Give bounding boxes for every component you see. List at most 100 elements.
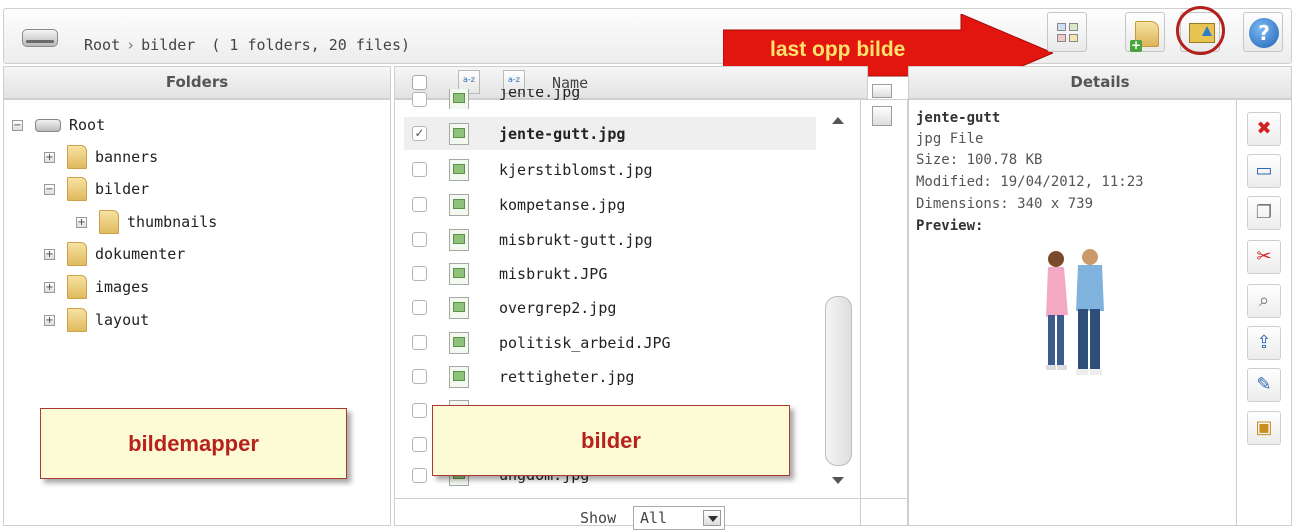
file-name: misbrukt.JPG (499, 264, 608, 283)
breadcrumb-root[interactable]: Root (84, 36, 120, 54)
thumbnail-view-icon[interactable] (872, 84, 892, 98)
show-label: Show (580, 509, 617, 527)
tree-item-thumbnails[interactable]: + thumbnails (76, 210, 217, 234)
image-preview (1046, 249, 1104, 375)
tree-item-label: thumbnails (127, 213, 218, 231)
thumbnail-view-icon (1057, 23, 1079, 43)
rename-icon[interactable]: ▭ (1247, 154, 1281, 188)
row-checkbox[interactable] (412, 162, 427, 177)
breadcrumb: Root › bilder ( 1 folders, 20 files) (84, 36, 410, 54)
detail-file-type: jpg File (916, 131, 984, 147)
folder-icon (99, 210, 119, 234)
tree-item-label: layout (95, 311, 150, 329)
show-select[interactable]: All (633, 506, 725, 530)
file-row[interactable]: jente.jpg (404, 89, 816, 109)
remove-image-icon[interactable]: ▣ (1247, 411, 1281, 445)
new-folder-icon (1130, 21, 1159, 52)
arrow-label: last opp bilde (770, 38, 906, 61)
file-row[interactable]: rettigheter.jpg (404, 360, 816, 393)
delete-icon[interactable]: ✖ (1247, 112, 1281, 146)
expand-icon[interactable]: + (44, 151, 55, 163)
tree-item-label: dokumenter (95, 245, 186, 263)
file-name: jente.jpg (499, 89, 581, 101)
row-checkbox[interactable] (412, 232, 427, 247)
tree-item-dokumenter[interactable]: + dokumenter (44, 242, 185, 266)
image-file-icon (449, 89, 469, 109)
help-button[interactable]: ? (1243, 12, 1283, 52)
folder-icon (67, 275, 87, 299)
file-row[interactable]: misbrukt.JPG (404, 257, 816, 290)
collapse-icon[interactable]: − (44, 183, 55, 195)
file-name: jente-gutt.jpg (499, 124, 626, 143)
tree-item-root[interactable]: − Root (12, 113, 105, 137)
chevron-down-icon[interactable] (703, 510, 721, 526)
detail-dimensions: Dimensions: 340 x 739 (916, 196, 1094, 212)
tree-item-label: images (95, 278, 150, 296)
drive-icon (22, 29, 58, 47)
detail-preview-label: Preview: (916, 218, 984, 234)
tree-item-label: bilder (95, 180, 150, 198)
row-checkbox[interactable] (412, 197, 427, 212)
copy-icon[interactable]: ❐ (1247, 196, 1281, 230)
tree-item-label: banners (95, 148, 159, 166)
row-checkbox[interactable] (412, 335, 427, 350)
list-view-icon[interactable] (872, 106, 892, 126)
expand-icon[interactable]: + (44, 248, 55, 260)
image-file-icon (449, 365, 469, 388)
new-folder-button[interactable] (1125, 12, 1165, 52)
scrollbar-thumb[interactable] (825, 296, 852, 466)
view-toggle-button[interactable] (1047, 12, 1087, 52)
expand-icon[interactable]: + (76, 216, 87, 228)
select-all-checkbox[interactable] (412, 75, 427, 90)
file-name: kompetanse.jpg (499, 195, 626, 214)
row-checkbox-checked[interactable]: ✓ (412, 126, 427, 141)
file-row-selected[interactable]: ✓ jente-gutt.jpg (404, 117, 816, 150)
show-filter-bar: Show All (394, 498, 908, 530)
edit-image-icon[interactable]: ✎ (1247, 368, 1281, 402)
row-checkbox[interactable] (412, 467, 427, 483)
scroll-down-icon[interactable] (832, 477, 844, 484)
detail-file-size: Size: 100.78 KB (916, 152, 1043, 168)
breadcrumb-separator: › (126, 36, 136, 54)
tree-item-images[interactable]: + images (44, 275, 149, 299)
row-checkbox[interactable] (412, 369, 427, 384)
row-checkbox[interactable] (412, 266, 427, 281)
breadcrumb-current[interactable]: bilder (141, 36, 195, 54)
row-checkbox[interactable] (412, 91, 427, 107)
collapse-icon[interactable]: − (12, 119, 23, 131)
row-checkbox[interactable] (412, 437, 427, 452)
replace-icon[interactable]: ⇪ (1247, 326, 1281, 360)
image-file-icon (449, 228, 469, 251)
tree-item-label: Root (69, 116, 106, 134)
file-name: kjerstiblomst.jpg (499, 160, 653, 179)
file-row[interactable]: misbrukt-gutt.jpg (404, 223, 816, 256)
tree-item-banners[interactable]: + banners (44, 145, 158, 169)
expand-icon[interactable]: + (44, 281, 55, 293)
detail-file-title: jente-gutt (916, 110, 1001, 126)
tree-item-bilder[interactable]: − bilder (44, 177, 149, 201)
file-row[interactable]: politisk_arbeid.JPG (404, 326, 816, 359)
file-list-scrollbar[interactable] (823, 100, 855, 492)
file-manager-window: Root › bilder ( 1 folders, 20 files) last o… (0, 0, 1295, 530)
highlight-circle (1176, 6, 1225, 55)
file-name: rettigheter.jpg (499, 367, 635, 386)
folders-header: Folders (3, 66, 391, 99)
file-row[interactable]: overgrep2.jpg (404, 291, 816, 324)
zoom-icon[interactable]: ⌕ (1247, 284, 1281, 318)
scroll-up-icon[interactable] (832, 117, 844, 124)
row-checkbox[interactable] (412, 403, 427, 418)
file-row[interactable]: kjerstiblomst.jpg (404, 153, 816, 186)
file-name: politisk_arbeid.JPG (499, 333, 671, 352)
tree-item-layout[interactable]: + layout (44, 308, 149, 332)
details-header: Details (908, 66, 1292, 99)
image-file-icon (449, 331, 469, 354)
file-name: misbrukt-gutt.jpg (499, 230, 653, 249)
cut-icon[interactable]: ✂ (1247, 240, 1281, 274)
row-checkbox[interactable] (412, 300, 427, 315)
detail-modified: Modified: 19/04/2012, 11:23 (916, 174, 1144, 190)
files-callout: bilder (432, 405, 790, 476)
image-file-icon (449, 193, 469, 216)
expand-icon[interactable]: + (44, 314, 55, 326)
file-row[interactable]: kompetanse.jpg (404, 188, 816, 221)
open-folder-icon (67, 177, 87, 201)
